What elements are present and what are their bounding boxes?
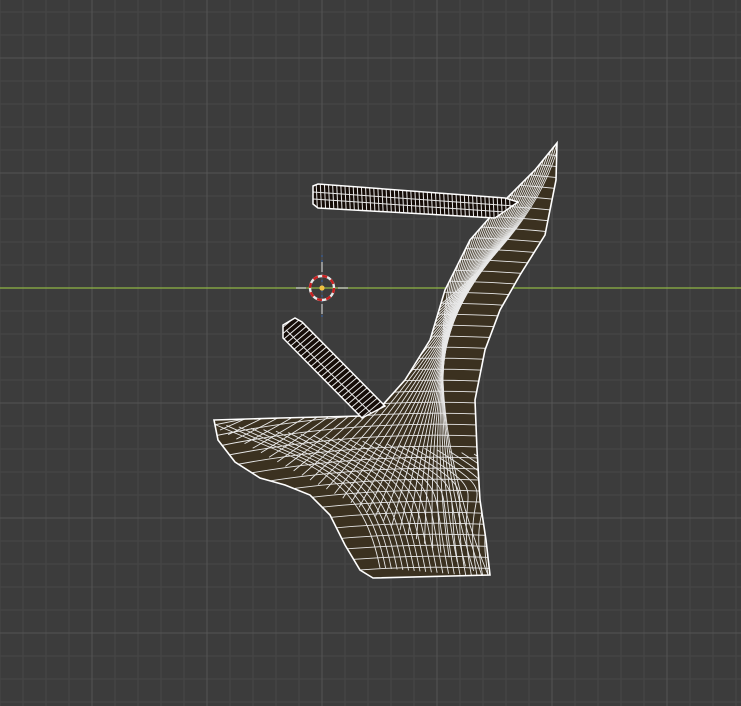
mesh-edge: [214, 313, 557, 341]
viewport-canvas[interactable]: [0, 0, 741, 706]
mesh-edge: [214, 302, 557, 330]
mesh-edge: [214, 577, 557, 578]
grid-minor-lines: [0, 0, 741, 706]
mesh-edge: [214, 368, 557, 396]
mesh-edge: [214, 148, 557, 176]
mesh-edge: [214, 324, 557, 352]
mesh-edge: [214, 291, 557, 319]
3d-cursor-icon[interactable]: [296, 262, 348, 314]
shoe-mesh[interactable]: [200, 140, 570, 604]
mesh-edge: [214, 335, 557, 363]
grid-major-lines: [0, 0, 741, 706]
3d-viewport[interactable]: [0, 0, 741, 706]
mesh-edge: [214, 346, 557, 374]
